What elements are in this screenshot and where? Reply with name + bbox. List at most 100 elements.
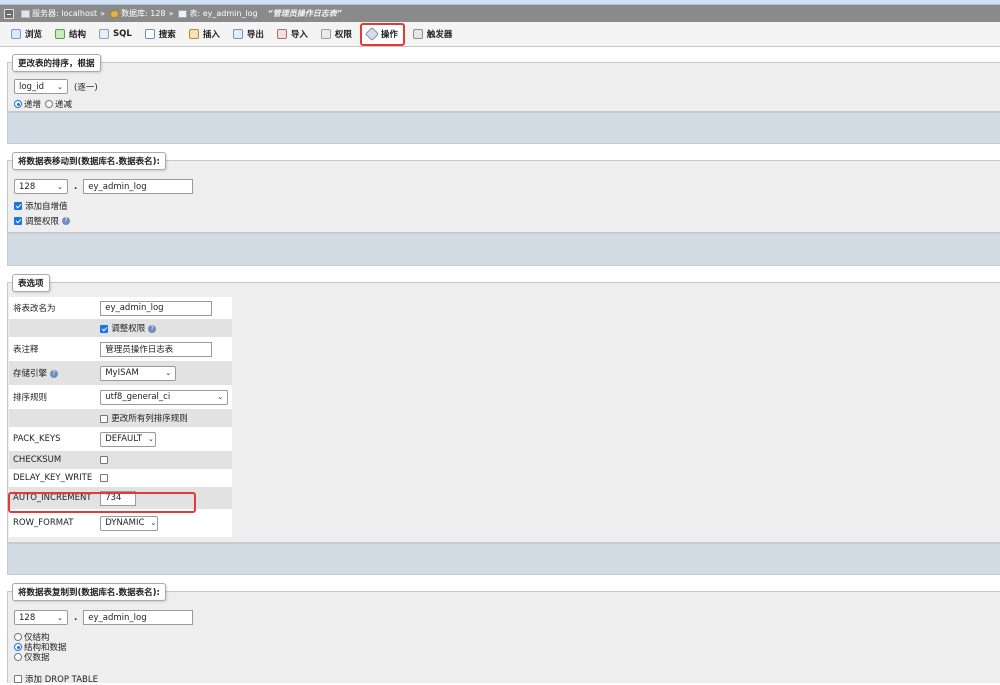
- alter-order-legend: 更改表的排序，根据: [12, 54, 101, 72]
- collapse-icon[interactable]: [4, 8, 14, 19]
- table-comment: “管理员操作日志表”: [267, 9, 342, 18]
- table-row: CHECKSUM: [9, 451, 233, 469]
- order-column-select[interactable]: log_id ⌄: [14, 79, 68, 94]
- insert-icon: [188, 29, 199, 39]
- alter-order-fieldset: 更改表的排序，根据 log_id ⌄ (逐一) 递增 递减: [7, 54, 1000, 112]
- checksum-checkbox[interactable]: [100, 455, 109, 464]
- table-row: ROW_FORMAT DYNAMIC ⌄: [9, 509, 233, 537]
- tab-label: 浏览: [25, 30, 43, 40]
- table-icon: [178, 9, 188, 18]
- tab-label: 触发器: [426, 30, 453, 40]
- move-table-fieldset: 将数据表移动到(数据库名.数据表名): 128 ⌄ . ey_admin_log …: [7, 152, 1000, 233]
- comment-input[interactable]: 管理员操作日志表: [100, 341, 213, 357]
- rename-input[interactable]: ey_admin_log: [100, 300, 213, 316]
- table-options-legend: 表选项: [12, 274, 50, 292]
- engine-label: 存储引擎: [13, 369, 48, 379]
- order-desc-label: 递减: [55, 100, 73, 110]
- auto-increment-highlight: [8, 492, 196, 513]
- tab-label: 导出: [246, 30, 264, 40]
- alter-order-footer: [7, 112, 1000, 144]
- order-asc-radio[interactable]: [14, 100, 22, 108]
- help-icon[interactable]: ?: [50, 369, 59, 378]
- tab-label: 搜索: [158, 30, 176, 40]
- tab-operations[interactable]: 操作: [359, 22, 405, 46]
- sql-icon: [99, 29, 110, 39]
- copy-db-select[interactable]: 128 ⌄: [14, 610, 68, 625]
- breadcrumb-database[interactable]: 数据库: 128: [121, 8, 166, 19]
- tab-browse[interactable]: 浏览: [6, 24, 47, 45]
- copy-table-name-input[interactable]: ey_admin_log: [83, 610, 194, 625]
- move-db-select[interactable]: 128 ⌄: [14, 179, 68, 194]
- structure-icon: [55, 29, 66, 39]
- breadcrumb-separator: »: [168, 9, 174, 18]
- chevron-down-icon: ⌄: [148, 435, 154, 443]
- add-auto-increment-checkbox[interactable]: [14, 202, 22, 210]
- copy-structure-data-radio[interactable]: [14, 643, 22, 651]
- breadcrumb-server[interactable]: 服务器: localhost: [32, 8, 97, 19]
- delay-key-write-checkbox[interactable]: [100, 473, 109, 482]
- breadcrumb-separator: »: [100, 9, 106, 18]
- move-adjust-privileges-checkbox[interactable]: [14, 217, 22, 225]
- copy-table-legend: 将数据表复制到(数据库名.数据表名):: [12, 583, 166, 601]
- add-drop-table-label: 添加 DROP TABLE: [25, 675, 98, 685]
- dot-separator: .: [74, 181, 78, 192]
- collation-select[interactable]: utf8_general_ci ⌄: [100, 389, 229, 405]
- table-row: 排序规则 utf8_general_ci ⌄: [9, 385, 233, 409]
- copy-data-label: 仅数据: [24, 653, 50, 663]
- server-icon: [21, 9, 30, 18]
- tab-label: 插入: [202, 30, 220, 40]
- move-adjust-privileges-label: 调整权限: [25, 217, 60, 227]
- chevron-down-icon: ⌄: [150, 519, 157, 527]
- pack-keys-select[interactable]: DEFAULT ⌄: [100, 431, 157, 447]
- tab-triggers[interactable]: 触发器: [408, 24, 458, 45]
- table-row: 存储引擎? MyISAM ⌄: [9, 361, 233, 385]
- tab-search[interactable]: 搜索: [140, 24, 181, 45]
- add-drop-table-checkbox[interactable]: [14, 675, 22, 683]
- chevron-down-icon: ⌄: [57, 613, 63, 622]
- privileges-icon: [320, 29, 331, 39]
- table-tab-menu: 浏览 结构 SQL 搜索 插入 导出 导入 权限 操作 触发器: [0, 22, 1000, 47]
- move-table-name-input[interactable]: ey_admin_log: [83, 179, 194, 194]
- export-icon: [232, 29, 243, 39]
- import-icon: [276, 29, 287, 39]
- tab-import[interactable]: 导入: [272, 24, 313, 45]
- table-row: PACK_KEYS DEFAULT ⌄: [9, 427, 233, 451]
- comment-label: 表注释: [9, 337, 97, 361]
- wrench-icon: [364, 26, 379, 42]
- database-icon: [110, 9, 120, 18]
- rename-adjust-privileges-checkbox[interactable]: [100, 324, 109, 333]
- change-all-collation-label: 更改所有列排序规则: [111, 414, 188, 424]
- chevron-down-icon: ⌄: [57, 182, 63, 191]
- tab-label: 导入: [290, 30, 308, 40]
- browse-icon: [11, 29, 21, 39]
- tab-sql[interactable]: SQL: [94, 24, 137, 45]
- checksum-label: CHECKSUM: [9, 451, 97, 469]
- tab-structure[interactable]: 结构: [50, 24, 91, 45]
- breadcrumb-table[interactable]: 表: ey_admin_log: [189, 8, 257, 19]
- tab-label: SQL: [113, 29, 132, 39]
- change-all-collation-checkbox[interactable]: [100, 414, 109, 423]
- tab-export[interactable]: 导出: [228, 24, 269, 45]
- copy-data-radio[interactable]: [14, 653, 22, 661]
- row-format-label: ROW_FORMAT: [9, 509, 97, 537]
- add-auto-increment-label: 添加自增值: [25, 202, 68, 212]
- engine-select[interactable]: MyISAM ⌄: [100, 365, 177, 381]
- chevron-down-icon: ⌄: [217, 393, 224, 401]
- tab-privileges[interactable]: 权限: [316, 24, 357, 45]
- order-asc-label: 递增: [24, 100, 42, 110]
- row-format-select[interactable]: DYNAMIC ⌄: [100, 515, 159, 531]
- chevron-down-icon: ⌄: [57, 82, 63, 91]
- single-label: (逐一): [74, 82, 98, 93]
- chevron-down-icon: ⌄: [165, 369, 172, 377]
- breadcrumb: 服务器: localhost » 数据库: 128 » 表: ey_admin_…: [0, 5, 1000, 22]
- order-desc-radio[interactable]: [45, 100, 54, 108]
- search-icon: [144, 29, 155, 39]
- copy-structure-radio[interactable]: [14, 633, 22, 641]
- help-icon[interactable]: ?: [148, 324, 157, 333]
- tab-insert[interactable]: 插入: [184, 24, 225, 45]
- help-icon[interactable]: ?: [62, 217, 71, 225]
- triggers-icon: [412, 29, 423, 39]
- move-table-legend: 将数据表移动到(数据库名.数据表名):: [12, 152, 166, 170]
- table-row: 将表改名为 ey_admin_log: [9, 297, 233, 319]
- table-options-footer: [7, 543, 1000, 575]
